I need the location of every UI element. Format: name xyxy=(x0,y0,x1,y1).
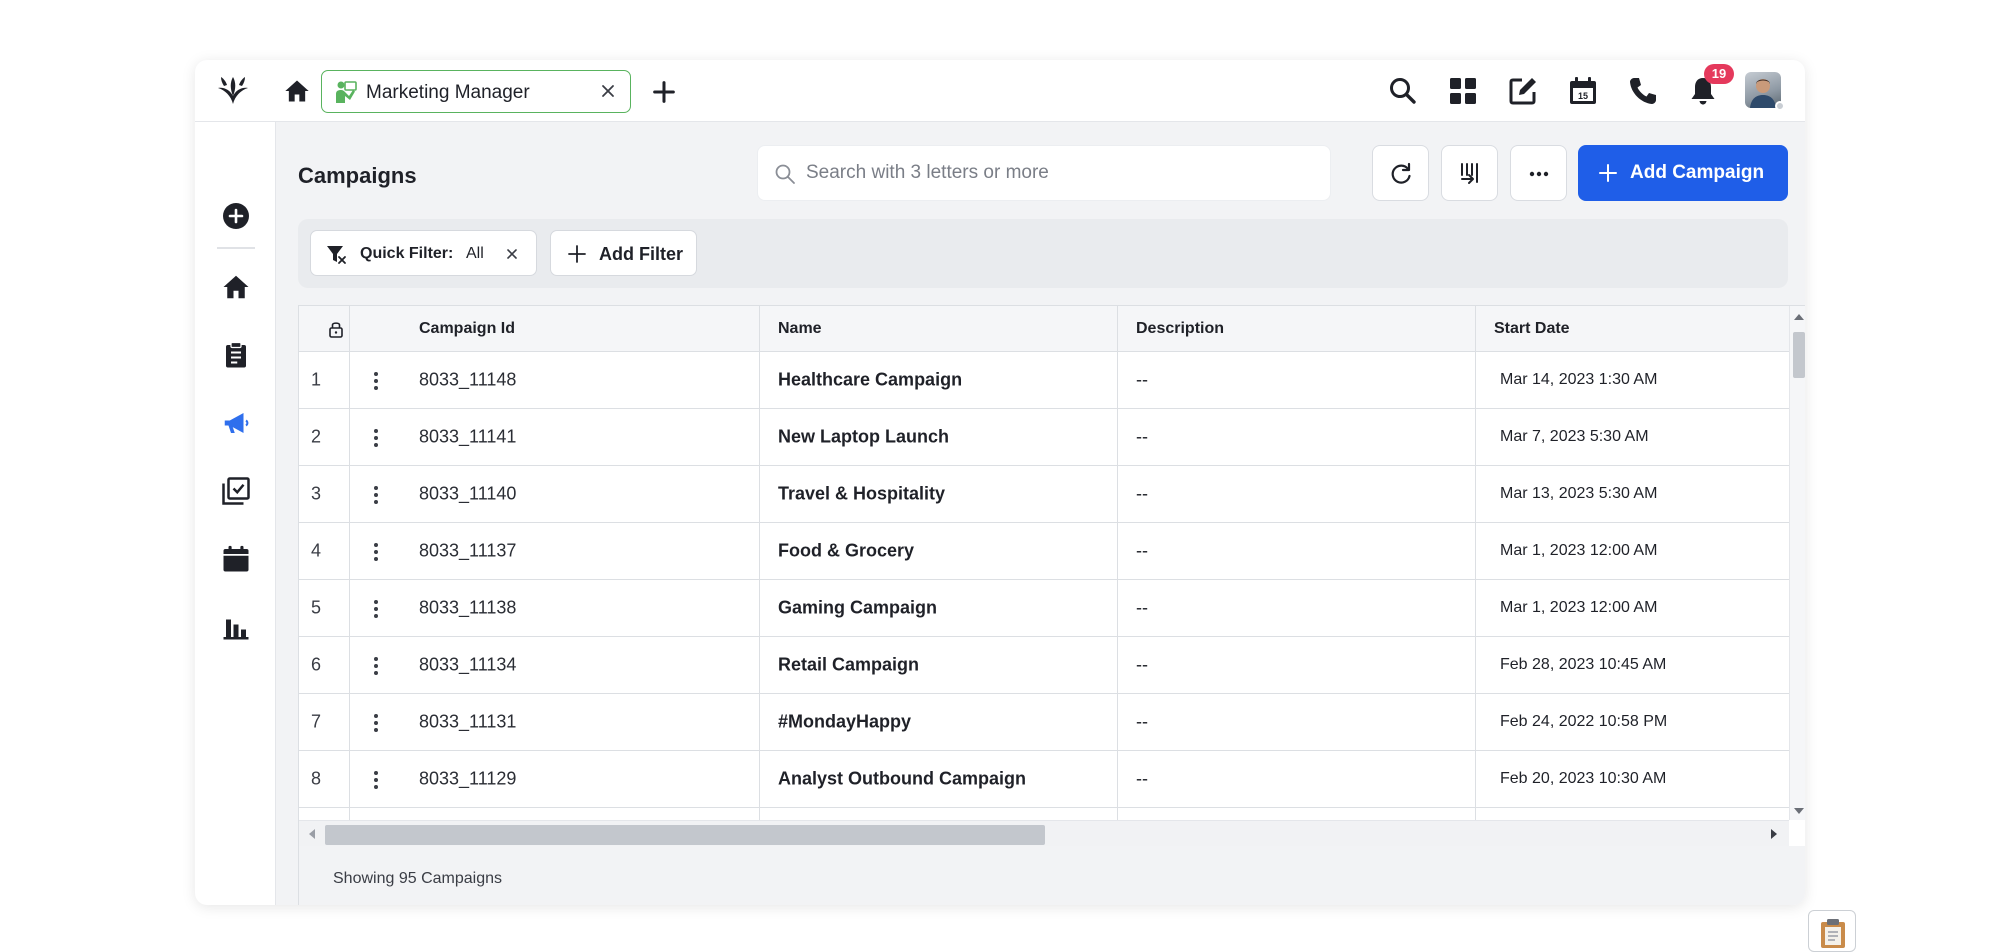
refresh-icon xyxy=(1391,162,1411,184)
reports-bar-chart-icon[interactable] xyxy=(221,612,251,642)
scroll-left-arrow-icon[interactable] xyxy=(307,828,317,840)
table-row[interactable]: 6 8033_11134 Retail Campaign -- Feb 28, 2023… xyxy=(299,637,1789,694)
row-actions-kebab-icon[interactable] xyxy=(365,427,387,449)
column-divider xyxy=(759,306,760,820)
table-footer: Showing 95 Campaigns xyxy=(299,846,1805,905)
row-actions-kebab-icon[interactable] xyxy=(365,484,387,506)
columns-settings-button[interactable] xyxy=(1441,145,1498,201)
columns-icon xyxy=(1461,163,1478,184)
filter-bar: Quick Filter: All Add Filter xyxy=(298,219,1788,288)
column-divider xyxy=(1117,306,1118,820)
svg-text:15: 15 xyxy=(1578,91,1588,101)
add-tab-icon[interactable] xyxy=(650,78,678,106)
sidebar xyxy=(195,122,276,905)
table-row[interactable]: 1 8033_11148 Healthcare Campaign -- Mar 14, … xyxy=(299,352,1789,409)
search-box[interactable] xyxy=(757,145,1331,201)
row-actions-kebab-icon[interactable] xyxy=(365,370,387,392)
add-campaign-button[interactable]: Add Campaign xyxy=(1578,145,1788,201)
sidebar-home-icon[interactable] xyxy=(221,272,251,302)
scroll-down-arrow-icon[interactable] xyxy=(1793,806,1805,816)
calendar-icon[interactable]: 15 xyxy=(1567,75,1599,107)
home-icon[interactable] xyxy=(283,77,311,105)
more-options-button[interactable] xyxy=(1510,145,1567,201)
row-actions-kebab-icon[interactable] xyxy=(365,769,387,791)
top-bar: Marketing Manager 15 19 xyxy=(195,60,1805,122)
brand-logo-icon[interactable] xyxy=(215,74,251,108)
table-body: 1 8033_11148 Healthcare Campaign -- Mar 14, … xyxy=(299,352,1789,820)
row-actions-kebab-icon[interactable] xyxy=(365,598,387,620)
scroll-up-arrow-icon[interactable] xyxy=(1793,312,1805,322)
clipboard-button[interactable] xyxy=(1808,910,1856,952)
more-horizontal-icon xyxy=(1529,171,1549,177)
quick-filter-chip[interactable]: Quick Filter: All xyxy=(310,230,537,276)
search-input[interactable] xyxy=(806,156,1306,190)
search-icon[interactable] xyxy=(1387,75,1419,107)
table-header: Campaign Id Name Description Start Date xyxy=(299,306,1789,352)
create-plus-icon[interactable] xyxy=(221,201,251,231)
tab-label: Marketing Manager xyxy=(366,82,530,103)
tab-marketing-manager[interactable]: Marketing Manager xyxy=(321,70,631,113)
table-row[interactable]: 4 8033_11137 Food & Grocery -- Mar 1, 2023 1… xyxy=(299,523,1789,580)
lock-columns-icon[interactable] xyxy=(327,319,345,339)
user-presentation-icon xyxy=(336,81,357,103)
clear-filter-icon[interactable] xyxy=(502,244,522,264)
apps-grid-icon[interactable] xyxy=(1447,75,1479,107)
campaigns-table: Campaign Id Name Description Start Date … xyxy=(298,305,1805,905)
presence-indicator xyxy=(1775,101,1785,111)
clipboard-list-icon[interactable] xyxy=(221,340,251,370)
campaign-count-summary: Showing 95 Campaigns xyxy=(333,870,502,887)
table-row[interactable]: 3 8033_11140 Travel & Hospitality -- Mar 13,… xyxy=(299,466,1789,523)
add-filter-label: Add Filter xyxy=(599,244,683,264)
vertical-scroll-thumb[interactable] xyxy=(1793,332,1805,378)
table-row[interactable]: 7 8033_11131 #MondayHappy -- Feb 24, 2022 10… xyxy=(299,694,1789,751)
plus-icon xyxy=(1599,164,1617,182)
clipboard-icon xyxy=(1821,919,1845,948)
filter-funnel-icon xyxy=(327,246,346,264)
notification-badge: 19 xyxy=(1704,64,1734,84)
quick-filter-value: All xyxy=(466,245,484,262)
table-row[interactable] xyxy=(299,808,1789,820)
sidebar-calendar-icon[interactable] xyxy=(221,544,251,574)
scroll-right-arrow-icon[interactable] xyxy=(1769,828,1779,840)
sidebar-divider xyxy=(217,247,255,249)
vertical-scrollbar[interactable] xyxy=(1789,306,1805,820)
horizontal-scroll-thumb[interactable] xyxy=(325,825,1045,845)
close-tab-icon[interactable] xyxy=(596,79,620,103)
add-filter-plus-icon xyxy=(568,245,586,263)
row-actions-kebab-icon[interactable] xyxy=(365,655,387,677)
column-divider xyxy=(349,306,350,820)
page-title: Campaigns xyxy=(298,163,417,188)
row-actions-kebab-icon[interactable] xyxy=(365,712,387,734)
search-field-icon xyxy=(775,164,795,184)
add-filter-button[interactable]: Add Filter xyxy=(550,230,697,276)
phone-icon[interactable] xyxy=(1627,75,1659,107)
row-actions-kebab-icon[interactable] xyxy=(365,541,387,563)
tasks-check-icon[interactable] xyxy=(221,476,251,506)
column-divider xyxy=(1475,306,1476,820)
refresh-button[interactable] xyxy=(1372,145,1429,201)
compose-icon[interactable] xyxy=(1507,75,1539,107)
add-campaign-label: Add Campaign xyxy=(1630,162,1765,183)
app-window: Marketing Manager 15 19 Campaigns Search… xyxy=(195,60,1805,905)
quick-filter-label: Quick Filter: xyxy=(360,245,454,262)
campaigns-megaphone-icon[interactable] xyxy=(221,408,251,438)
table-row[interactable]: 2 8033_11141 New Laptop Launch -- Mar 7, 202… xyxy=(299,409,1789,466)
table-row[interactable]: 5 8033_11138 Gaming Campaign -- Mar 1, 2023 … xyxy=(299,580,1789,637)
horizontal-scrollbar[interactable] xyxy=(299,820,1789,846)
table-row[interactable]: 8 8033_11129 Analyst Outbound Campaign -- Fe… xyxy=(299,751,1789,808)
